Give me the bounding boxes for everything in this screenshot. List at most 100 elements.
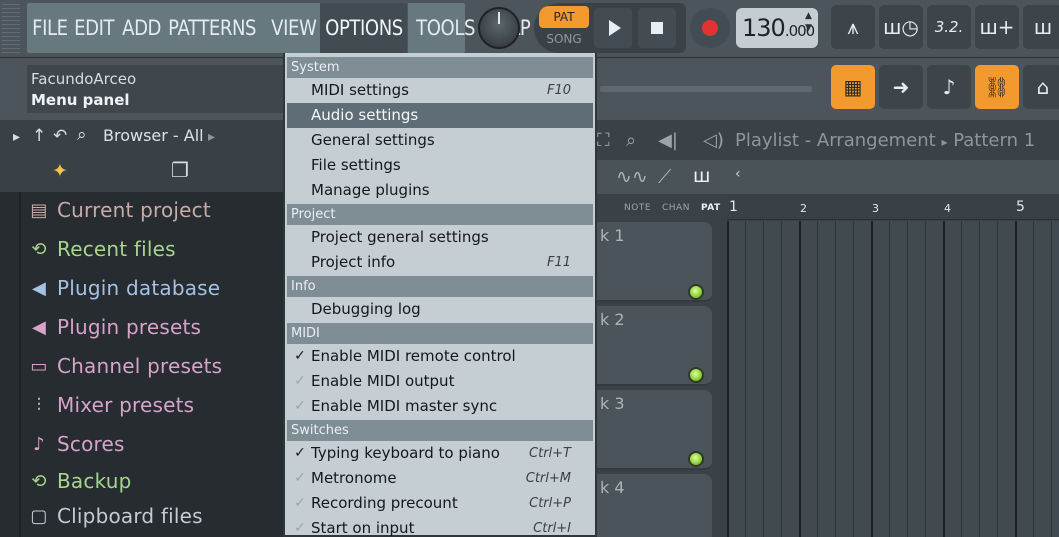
main-volume-knob[interactable] [478, 7, 520, 49]
playlist-grid[interactable] [727, 221, 1059, 537]
browser-item[interactable]: ▤ Current project [26, 193, 211, 227]
menu-item[interactable]: ✓ Metronome Ctrl+M [287, 466, 593, 491]
check-icon: ✓ [294, 495, 306, 511]
menu-item[interactable]: Project general settings [287, 225, 593, 250]
timeline-ruler[interactable] [727, 194, 1059, 220]
menu-section-header: MIDI [287, 323, 593, 344]
menu-item[interactable]: ✓ Enable MIDI master sync [287, 394, 593, 419]
menu-options[interactable]: OPTIONS [319, 3, 408, 53]
menu-add[interactable]: ADD [117, 3, 166, 53]
browser-expand-icon[interactable]: ▸ [13, 129, 20, 145]
hint-text: Menu panel [31, 91, 130, 109]
browser-sparkle-icon[interactable]: ✦ [52, 160, 68, 182]
menu-item[interactable]: Project info F11 [287, 250, 593, 275]
playlist-title-text: Playlist - Arrangement [735, 130, 936, 151]
browser-files-icon[interactable]: ❐ [171, 158, 189, 182]
menu-item[interactable]: Debugging log [287, 297, 593, 322]
channel-icon: ▭ [30, 355, 48, 377]
tempo-stepper-icon[interactable]: ▲ ▼ [805, 10, 812, 34]
playlist-scroll-left-icon[interactable]: ‹ [735, 166, 741, 182]
document-icon: ▤ [30, 199, 48, 221]
browser-item[interactable]: ◀ Plugin presets [26, 310, 201, 344]
browser-item[interactable]: ◀ Plugin database [26, 271, 220, 305]
menu-item[interactable]: ✓ Typing keyboard to piano Ctrl+T [287, 441, 593, 466]
automation-icon[interactable]: ⟋ [658, 166, 671, 188]
menu-item[interactable]: ✓ Enable MIDI remote control [287, 344, 593, 369]
menu-item[interactable]: ✓ Start on input Ctrl+I [287, 516, 593, 537]
menu-item[interactable]: ✓ Recording precount Ctrl+P [287, 491, 593, 516]
menu-item[interactable]: ✓ Enable MIDI output [287, 369, 593, 394]
browser-item[interactable]: ▢ Clipboard files [26, 499, 203, 533]
menu-edit[interactable]: EDIT [69, 3, 119, 53]
menu-item-label: Enable MIDI output [311, 372, 455, 390]
playlist-zoom-icon[interactable]: ⌕ [626, 130, 636, 151]
mixer-icon[interactable]: ⌂ [1023, 65, 1059, 109]
menu-section-header: Info [287, 276, 593, 297]
browser-item-label: Clipboard files [57, 504, 203, 528]
browser-item[interactable]: ⫶ Mixer presets [26, 388, 194, 422]
menu-item[interactable]: Audio settings [287, 103, 593, 128]
pat-mode-button[interactable]: PAT [539, 6, 589, 28]
check-icon: ✓ [294, 373, 306, 389]
playlist-title[interactable]: Playlist - Arrangement ▸ Pattern 1 [735, 130, 1035, 151]
menu-item[interactable]: MIDI settings F10 [287, 78, 593, 103]
track-mute-led[interactable] [688, 367, 704, 383]
typing-keyboard-icon[interactable]: ▦ [831, 65, 875, 109]
track-mute-led[interactable] [688, 284, 704, 300]
menu-view[interactable]: VIEW [266, 3, 322, 53]
tempo-value: 130 [742, 14, 786, 42]
browser-up-icon[interactable]: ↑ [32, 126, 46, 146]
browser-item-label: Backup [57, 469, 132, 493]
note-icon: ♪ [33, 433, 45, 455]
metronome-icon[interactable]: ⩚ [831, 5, 875, 49]
playlist-speaker-icon[interactable]: ◁) [703, 130, 724, 151]
waveform-icon[interactable]: ∿∿ [616, 166, 648, 188]
step-edit-icon[interactable]: ш+ [975, 5, 1019, 49]
menu-patterns[interactable]: PATTERNS [163, 3, 261, 53]
browser-item-label: Channel presets [57, 354, 223, 378]
browser-item[interactable]: ▭ Channel presets [26, 349, 222, 383]
playlist-snap-icon[interactable]: ⛶ [597, 130, 610, 151]
track-mute-led[interactable] [688, 451, 704, 467]
song-mode-button[interactable]: SONG [539, 29, 589, 49]
check-icon: ✓ [294, 398, 306, 414]
menu-tools[interactable]: TOOLS [411, 3, 480, 53]
menu-item[interactable]: Manage plugins [287, 178, 593, 203]
browser-back-icon[interactable]: ↶ [53, 126, 67, 146]
menu-file[interactable]: FILE [27, 3, 73, 53]
menu-item-label: Audio settings [311, 106, 419, 124]
menu-item-label: File settings [311, 156, 401, 174]
browser-item[interactable]: ⟲ Backup [26, 464, 132, 498]
check-icon: ✓ [294, 520, 306, 536]
browser-item-label: Mixer presets [57, 393, 195, 417]
play-button[interactable] [594, 8, 632, 48]
browser-item[interactable]: ⟲ Recent files [26, 232, 176, 266]
menu-item-shortcut: F11 [546, 255, 571, 270]
ruler-bar-2: 2 [800, 202, 807, 215]
arrow-icon[interactable]: ➜ [879, 65, 923, 109]
mixer-fader-icon: ⫶ [36, 394, 42, 416]
countdown-icon[interactable]: 3.2. [927, 5, 971, 49]
ruler-bar-3: 3 [872, 202, 879, 215]
cpu-meter [600, 86, 812, 92]
check-icon: ✓ [294, 470, 306, 486]
menu-item[interactable]: File settings [287, 153, 593, 178]
menu-item[interactable]: General settings [287, 128, 593, 153]
browser-search-icon[interactable]: ⌕ [77, 125, 87, 145]
toolbar-grip[interactable] [2, 4, 20, 54]
browser-menu-arrow-icon[interactable]: ▸ [208, 129, 215, 145]
blend-icon[interactable]: ♪ [927, 65, 971, 109]
browser-item[interactable]: ♪ Scores [26, 427, 125, 461]
link-icon[interactable]: ⛓ [975, 65, 1019, 109]
menu-item-label: Enable MIDI master sync [311, 397, 498, 415]
stop-button[interactable] [638, 8, 676, 48]
ruler-bar-5: 5 [1016, 199, 1025, 215]
record-button[interactable] [690, 8, 730, 48]
playlist-audio-icon[interactable]: ◀| [658, 130, 678, 151]
track-name: k 2 [600, 310, 625, 329]
browser-title[interactable]: Browser - All [103, 126, 204, 145]
wait-icon[interactable]: ш◷ [879, 5, 923, 49]
piano-icon[interactable]: ш [693, 165, 710, 187]
scroll-icon[interactable]: ш [1023, 5, 1059, 49]
browser-item-label: Current project [57, 198, 211, 222]
